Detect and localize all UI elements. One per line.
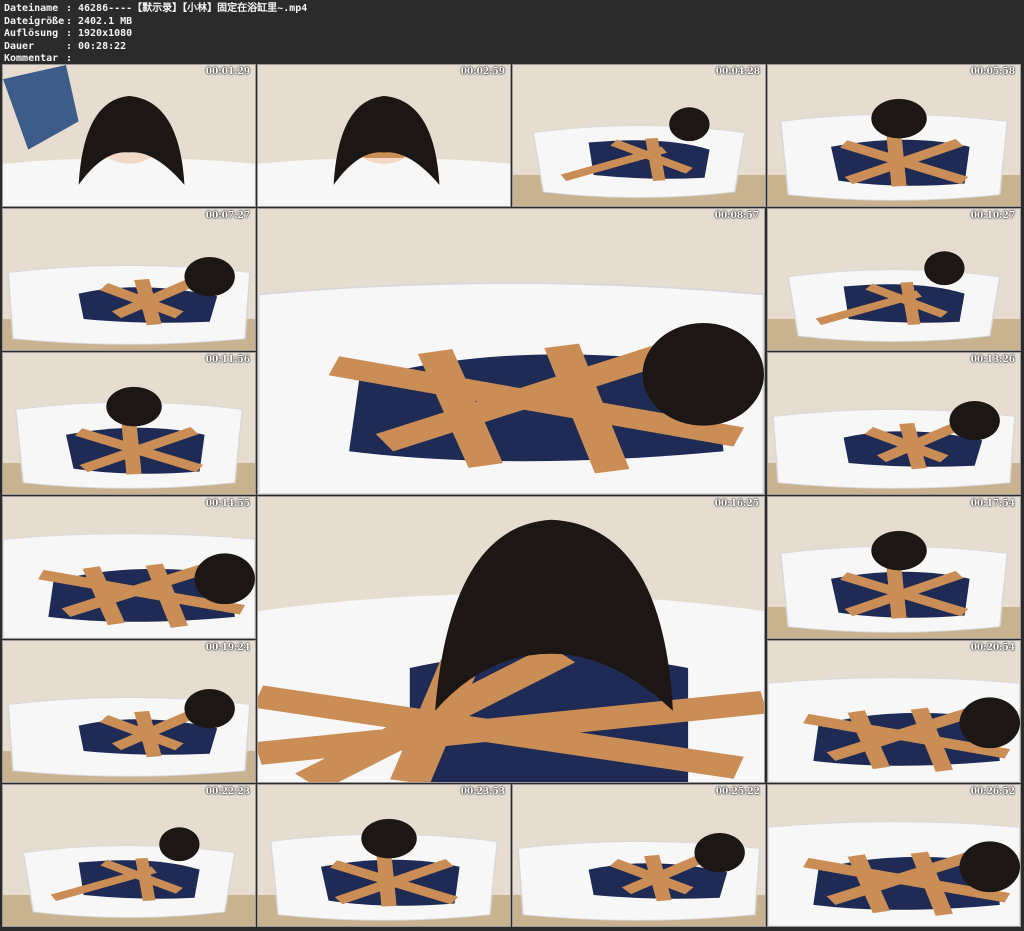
thumbnail-frame-image bbox=[768, 209, 1020, 350]
video-thumbnail: 00:22:23 bbox=[2, 784, 256, 927]
thumbnail-frame-image bbox=[258, 209, 764, 494]
thumbnail-frame-image bbox=[3, 209, 255, 350]
thumbnail-timestamp: 00:11:56 bbox=[205, 355, 250, 365]
video-thumbnail: 00:01:29 bbox=[2, 64, 256, 207]
thumbnail-timestamp: 00:08:57 bbox=[714, 211, 759, 221]
thumbnail-timestamp: 00:20:54 bbox=[970, 643, 1015, 653]
filesize-row: Dateigröße : 2402.1 MB bbox=[0, 16, 1024, 29]
video-thumbnail: 00:17:54 bbox=[767, 496, 1021, 639]
resolution-value: 1920x1080 bbox=[78, 28, 133, 39]
thumbnail-timestamp: 00:05:58 bbox=[970, 67, 1015, 77]
thumbnail-frame-image bbox=[3, 497, 255, 638]
filesize-value: 2402.1 MB bbox=[78, 15, 133, 27]
video-thumbnail: 00:16:25 bbox=[257, 496, 765, 783]
duration-label: Dauer bbox=[4, 40, 35, 52]
thumbnail-timestamp: 00:02:59 bbox=[460, 67, 505, 77]
video-thumbnail: 00:25:22 bbox=[512, 784, 766, 927]
filesize-label: Dateigröße bbox=[4, 15, 65, 27]
thumbnail-timestamp: 00:10:27 bbox=[970, 211, 1015, 221]
thumbnail-timestamp: 00:14:55 bbox=[205, 499, 250, 509]
video-thumbnail: 00:19:24 bbox=[2, 640, 256, 783]
thumbnail-timestamp: 00:22:23 bbox=[205, 787, 250, 797]
duration-row: Dauer : 00:28:22 bbox=[0, 41, 1024, 54]
video-thumbnail: 00:14:55 bbox=[2, 496, 256, 639]
thumbnail-frame-image bbox=[3, 353, 255, 494]
video-thumbnail: 00:23:53 bbox=[257, 784, 511, 927]
thumbnail-frame-image bbox=[768, 641, 1020, 782]
video-thumbnail: 00:10:27 bbox=[767, 208, 1021, 351]
video-thumbnail: 00:26:52 bbox=[767, 784, 1021, 927]
filename-row: Dateiname : 46286----【默示录】【小林】固定在浴缸里~.mp… bbox=[0, 3, 1024, 16]
thumbnail-frame-image bbox=[513, 785, 765, 926]
duration-value: 00:28:22 bbox=[78, 40, 127, 52]
thumbnail-frame-image bbox=[258, 497, 764, 782]
video-thumbnail: 00:02:59 bbox=[257, 64, 511, 207]
thumbnail-frame-image bbox=[768, 353, 1020, 494]
video-thumbnail: 00:07:27 bbox=[2, 208, 256, 351]
thumbnail-timestamp: 00:01:29 bbox=[205, 67, 250, 77]
thumbnail-timestamp: 00:16:25 bbox=[714, 499, 759, 509]
thumbnail-timestamp: 00:07:27 bbox=[205, 211, 250, 221]
video-thumbnail: 00:20:54 bbox=[767, 640, 1021, 783]
filename-label: Dateiname bbox=[4, 3, 59, 14]
thumbnail-frame-image bbox=[3, 641, 255, 782]
thumbnail-frame-image bbox=[768, 65, 1020, 206]
video-thumbnail: 00:11:56 bbox=[2, 352, 256, 495]
thumbnail-frame-image bbox=[768, 785, 1020, 926]
thumbnail-timestamp: 00:19:24 bbox=[205, 643, 250, 653]
thumbnail-frame-image bbox=[258, 65, 510, 206]
thumbnail-frame-image bbox=[513, 65, 765, 206]
resolution-label: Auflösung bbox=[4, 28, 59, 39]
thumbnail-timestamp: 00:13:26 bbox=[970, 355, 1015, 365]
thumbnail-timestamp: 00:17:54 bbox=[970, 499, 1015, 509]
thumbnail-timestamp: 00:26:52 bbox=[970, 787, 1015, 797]
video-thumbnail: 00:05:58 bbox=[767, 64, 1021, 207]
video-thumbnail: 00:04:28 bbox=[512, 64, 766, 207]
resolution-row: Auflösung : 1920x1080 bbox=[0, 28, 1024, 41]
thumbnail-timestamp: 00:23:53 bbox=[460, 787, 505, 797]
thumbnail-frame-image bbox=[3, 785, 255, 926]
thumbnail-timestamp: 00:25:22 bbox=[715, 787, 760, 797]
thumbnail-frame-image bbox=[258, 785, 510, 926]
file-info-header: Dateiname : 46286----【默示录】【小林】固定在浴缸里~.mp… bbox=[0, 0, 1024, 64]
thumbnail-timestamp: 00:04:28 bbox=[715, 67, 760, 77]
video-thumbnail: 00:08:57 bbox=[257, 208, 765, 495]
filename-value: 46286----【默示录】【小林】固定在浴缸里~.mp4 bbox=[78, 3, 308, 14]
video-thumbnail: 00:13:26 bbox=[767, 352, 1021, 495]
thumbnail-frame-image bbox=[3, 65, 255, 206]
thumbnail-frame-image bbox=[768, 497, 1020, 638]
